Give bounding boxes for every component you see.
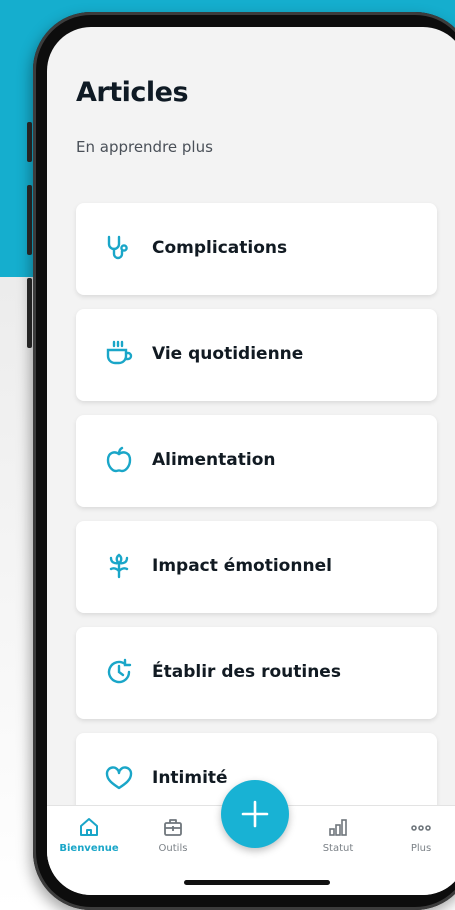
tab-bienvenue[interactable]: Bienvenue xyxy=(54,806,124,866)
tab-label: Plus xyxy=(410,843,432,854)
flower-icon xyxy=(109,553,129,579)
apple-icon xyxy=(106,446,132,473)
tab-label: Statut xyxy=(322,843,354,854)
article-card-alimentation[interactable]: Alimentation xyxy=(76,415,437,507)
article-label: Intimité xyxy=(152,768,228,788)
article-card-vie-quotidienne[interactable]: Vie quotidienne xyxy=(76,309,437,401)
tab-plus[interactable]: Plus xyxy=(386,806,455,866)
article-card-complications[interactable]: Complications xyxy=(76,203,437,295)
page-title: Articles xyxy=(76,77,189,108)
stethoscope-icon xyxy=(107,235,128,260)
volume-up-button xyxy=(27,122,32,162)
tab-label: Outils xyxy=(158,843,188,854)
article-label: Établir des routines xyxy=(152,662,341,682)
article-card-etablir-des-routines[interactable]: Établir des routines xyxy=(76,627,437,719)
add-button[interactable] xyxy=(221,780,289,848)
tab-label: Bienvenue xyxy=(59,843,119,854)
side-button xyxy=(27,278,32,348)
heart-icon xyxy=(105,766,133,790)
app-screen: Articles En apprendre plus Complications… xyxy=(47,27,455,895)
clock-refresh-icon xyxy=(107,658,132,684)
bar-chart-icon xyxy=(329,819,347,836)
toolbox-icon xyxy=(164,819,182,836)
plus-icon xyxy=(241,800,269,828)
article-card-impact-emotionnel[interactable]: Impact émotionnel xyxy=(76,521,437,613)
coffee-cup-icon xyxy=(106,340,133,365)
article-label: Complications xyxy=(152,238,288,258)
more-dots-icon xyxy=(411,825,431,831)
home-indicator xyxy=(184,880,330,885)
tab-outils[interactable]: Outils xyxy=(138,806,208,866)
article-label: Vie quotidienne xyxy=(152,344,304,364)
article-label: Impact émotionnel xyxy=(152,556,332,576)
tab-statut[interactable]: Statut xyxy=(303,806,373,866)
page-subtitle: En apprendre plus xyxy=(76,138,213,156)
home-icon xyxy=(80,818,98,836)
volume-down-button xyxy=(27,185,32,255)
article-label: Alimentation xyxy=(152,450,276,470)
